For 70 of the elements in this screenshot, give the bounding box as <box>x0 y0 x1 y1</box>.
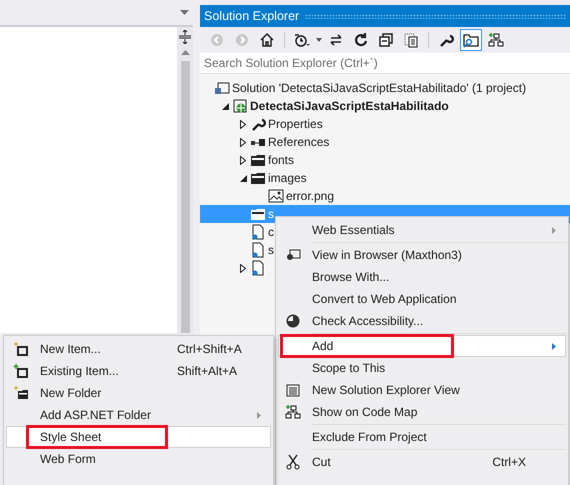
folder-icon <box>250 206 266 222</box>
menu-item[interactable]: Add <box>278 335 566 357</box>
menu-item[interactable]: New Folder <box>6 382 271 404</box>
tree-item[interactable]: c <box>268 225 274 239</box>
new-folder-icon <box>13 385 29 401</box>
scroll-up-icon[interactable] <box>180 50 190 55</box>
menu-item[interactable]: New Item... Ctrl+Shift+A <box>6 338 271 360</box>
refresh-icon <box>353 32 369 48</box>
scrollbar[interactable] <box>177 27 193 333</box>
submenu-arrow-icon <box>257 412 261 418</box>
code-map-icon <box>285 404 301 420</box>
submenu-arrow-icon <box>552 342 556 350</box>
dropdown-icon[interactable] <box>180 10 189 15</box>
collapsed-arrow-icon[interactable] <box>240 120 246 128</box>
history-icon <box>294 32 310 48</box>
expanded-arrow-icon[interactable] <box>240 174 246 182</box>
split-icon[interactable] <box>179 30 191 44</box>
solution-icon <box>214 80 230 96</box>
back-icon <box>209 32 225 48</box>
pie-icon <box>285 313 301 329</box>
forward-icon <box>234 32 250 48</box>
search-field[interactable]: Search Solution Explorer (Ctrl+`) <box>200 53 570 74</box>
submenu-arrow-icon <box>552 226 556 234</box>
home-icon <box>259 32 275 48</box>
code-map-icon <box>488 32 504 48</box>
tree-item[interactable]: Solution 'DetectaSiJavaScriptEstaHabilitado' (1 project) <box>232 81 526 95</box>
cut-icon <box>285 454 301 470</box>
menu-item[interactable]: Cut Ctrl+X <box>278 451 566 473</box>
dropdown-icon[interactable] <box>316 38 322 42</box>
menu-item[interactable]: Exclude From Project <box>278 426 566 448</box>
collapsed-arrow-icon[interactable] <box>240 264 246 272</box>
tree-item[interactable]: images <box>268 171 307 185</box>
file-icon <box>250 242 266 258</box>
tree-item[interactable]: s <box>268 243 274 257</box>
window-list-icon <box>285 382 301 398</box>
folder-icon <box>250 170 266 186</box>
menu-item[interactable]: Check Accessibility... <box>278 310 566 332</box>
browser-icon <box>285 247 301 263</box>
tree-item[interactable]: References <box>268 135 330 149</box>
tree-item[interactable]: error.png <box>286 189 334 203</box>
tree-item[interactable]: Properties <box>268 117 323 131</box>
menu-item[interactable]: Convert to Web Application <box>278 288 566 310</box>
new-item-icon <box>13 341 29 357</box>
menu-item[interactable]: View in Browser (Maxthon3) <box>278 244 566 266</box>
expanded-arrow-icon[interactable] <box>222 102 228 110</box>
show-all-icon <box>403 32 419 48</box>
menu-item[interactable]: Existing Item... Shift+Alt+A <box>6 360 271 382</box>
wrench-icon <box>250 116 266 132</box>
collapsed-arrow-icon[interactable] <box>240 156 246 164</box>
menu-item[interactable]: Add ASP.NET Folder <box>6 404 271 426</box>
folder-icon <box>250 152 266 168</box>
sync-icon <box>328 32 344 48</box>
add-existing-icon <box>13 363 29 379</box>
file-icon <box>250 260 266 276</box>
globe-project-icon <box>232 98 248 114</box>
preview-icon <box>463 32 479 48</box>
panel-title: Solution Explorer <box>204 9 300 23</box>
tree-item[interactable]: DetectaSiJavaScriptEstaHabilitado <box>250 99 449 113</box>
menu-item[interactable]: Style Sheet <box>6 426 271 448</box>
image-file-icon <box>268 188 284 204</box>
tree-item[interactable]: fonts <box>268 153 294 167</box>
menu-item[interactable]: Show on Code Map <box>278 401 566 423</box>
menu-item[interactable]: Browse With... <box>278 266 566 288</box>
preview-button[interactable] <box>460 28 482 50</box>
menu-item[interactable]: New Solution Explorer View <box>278 379 566 401</box>
collapse-icon <box>378 32 394 48</box>
file-icon <box>250 224 266 240</box>
collapsed-arrow-icon[interactable] <box>240 138 246 146</box>
menu-item[interactable]: Scope to This <box>278 357 566 379</box>
menu-item[interactable]: Web Form <box>6 448 271 470</box>
